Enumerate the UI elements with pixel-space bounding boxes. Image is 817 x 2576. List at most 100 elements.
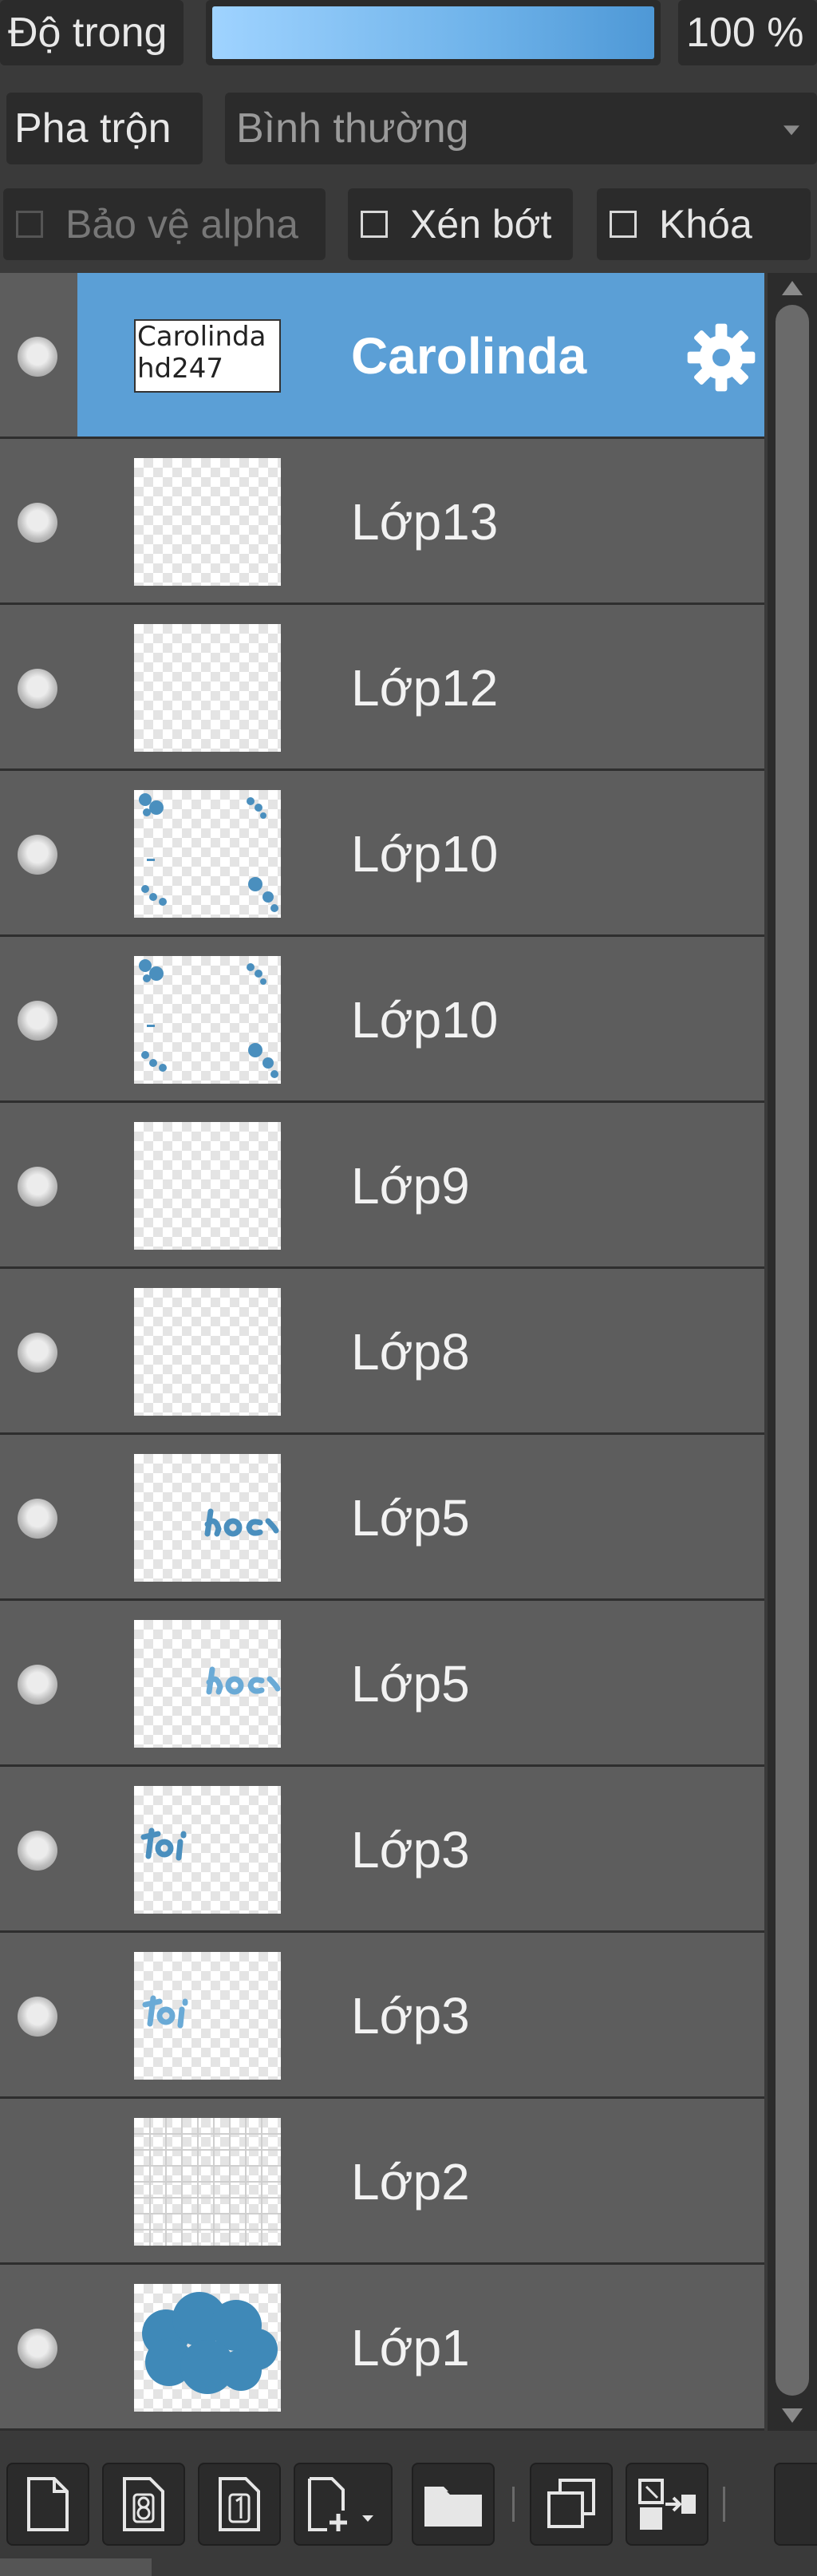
layer-row[interactable]: Lớp8: [0, 1269, 764, 1435]
layer-row[interactable]: Lớp2: [0, 2099, 764, 2265]
blend-label-text: Pha trộn: [14, 105, 172, 152]
word-hoc-thumbnail: [206, 1666, 281, 1695]
layer-thumbnail: [134, 458, 281, 586]
folder-icon: [424, 2487, 482, 2527]
new-folder-button[interactable]: [412, 2463, 495, 2546]
layer-name: Lớp10: [351, 991, 499, 1049]
layer-row[interactable]: Lớp5: [0, 1435, 764, 1601]
blend-mode-value: Bình thường: [236, 105, 469, 152]
new-1bit-layer-icon: [219, 2477, 260, 2531]
layer-name: Lớp5: [351, 1489, 470, 1547]
layer-row[interactable]: Lớp3: [0, 1767, 764, 1933]
scroll-down-icon[interactable]: [782, 2408, 803, 2423]
opacity-slider-fill: [212, 6, 654, 59]
layer-row[interactable]: Lớp5: [0, 1601, 764, 1767]
visibility-eye-icon[interactable]: [18, 1001, 57, 1041]
new-8bit-layer-icon: [123, 2477, 164, 2531]
status-strip: [0, 2558, 152, 2576]
layer-name: Lớp3: [351, 1821, 470, 1879]
checkbox-box: [16, 211, 43, 238]
layer-row[interactable]: Lớp10: [0, 937, 764, 1103]
layer-name: Lớp3: [351, 1987, 470, 2045]
checkbox-box: [361, 211, 388, 238]
layer-row[interactable]: Lớp13: [0, 439, 764, 605]
toolbar-separator: [512, 2487, 515, 2522]
layer-thumbnail: [134, 2284, 281, 2412]
visibility-eye-icon[interactable]: [18, 1167, 57, 1207]
layer-thumbnail: [134, 1620, 281, 1748]
visibility-eye-icon[interactable]: [18, 503, 57, 543]
checkbox-box: [610, 211, 637, 238]
visibility-eye-icon[interactable]: [18, 2329, 57, 2369]
visibility-eye-icon[interactable]: [18, 1333, 57, 1373]
clip-checkbox[interactable]: Xén bớt: [348, 188, 573, 260]
visibility-eye-icon[interactable]: [18, 1499, 57, 1539]
duplicate-layer-button[interactable]: [530, 2463, 613, 2546]
thumbnail-text: Carolinda hd247: [137, 321, 266, 385]
new-layer-button[interactable]: [6, 2463, 89, 2546]
opacity-value[interactable]: 100 %: [678, 0, 817, 65]
layer-list[interactable]: Carolinda hd247 Carolinda Lớp13 Lớp12 Lớ…: [0, 273, 764, 2431]
layer-thumbnail: [134, 1288, 281, 1416]
clip-label: Xén bớt: [410, 202, 552, 247]
word-toi-thumbnail: [140, 1827, 187, 1861]
layer-row-selected[interactable]: Carolinda hd247 Carolinda: [77, 273, 764, 439]
opacity-label: Độ trong: [0, 0, 184, 65]
layer-thumbnail: [134, 956, 281, 1084]
layer-thumbnail: [134, 790, 281, 918]
layer-thumbnail: Carolinda hd247: [134, 319, 281, 393]
visibility-eye-icon[interactable]: [18, 835, 57, 875]
visibility-eye-icon[interactable]: [18, 1997, 57, 2037]
layer-row[interactable]: Lớp9: [0, 1103, 764, 1269]
scroll-up-icon[interactable]: [782, 281, 803, 295]
gear-icon[interactable]: [685, 321, 758, 394]
new-layer-icon: [27, 2477, 69, 2531]
lock-checkbox[interactable]: Khóa: [597, 188, 811, 260]
protect-alpha-checkbox[interactable]: Bảo vệ alpha: [3, 188, 326, 260]
toolbar-overflow[interactable]: [774, 2463, 817, 2546]
opacity-value-text: 100 %: [686, 10, 804, 56]
frame-dots-thumbnail: [139, 793, 278, 912]
visibility-eye-icon[interactable]: [18, 1831, 57, 1871]
layer-name: Lớp5: [351, 1655, 470, 1713]
new-8bit-layer-button[interactable]: [102, 2463, 185, 2546]
scrollbar-thumb[interactable]: [776, 305, 809, 2396]
blend-mode-select[interactable]: Bình thường: [225, 93, 817, 164]
duplicate-layer-icon: [547, 2479, 595, 2528]
merge-layer-button[interactable]: [626, 2463, 708, 2546]
layer-row[interactable]: Lớp1: [0, 2265, 764, 2431]
layer-row[interactable]: Lớp3: [0, 1933, 764, 2099]
word-toi-thumbnail: [142, 1995, 188, 2029]
visibility-eye-icon[interactable]: [18, 337, 57, 377]
layer-name: Carolinda: [351, 327, 587, 385]
visibility-eye-icon[interactable]: [18, 669, 57, 709]
layer-thumbnail: [134, 1454, 281, 1582]
layer-row-gutter: [0, 273, 77, 439]
new-1bit-layer-button[interactable]: [198, 2463, 281, 2546]
cloud-thumbnail: [142, 2292, 278, 2394]
layer-name: Lớp1: [351, 2319, 470, 2376]
word-hoc-thumbnail: [204, 1508, 279, 1537]
layer-thumbnail: [134, 1122, 281, 1250]
layer-thumbnail: [134, 1786, 281, 1914]
chevron-down-icon: [783, 125, 799, 136]
toolbar-separator: [723, 2487, 725, 2522]
grid-thumbnail: [134, 2118, 281, 2246]
layer-name: Lớp2: [351, 2153, 470, 2211]
protect-alpha-label: Bảo vệ alpha: [65, 202, 298, 247]
opacity-label-text: Độ trong: [8, 10, 168, 56]
layer-thumbnail: [134, 2118, 281, 2246]
add-layer-menu-button[interactable]: [294, 2463, 393, 2546]
layer-thumbnail: [134, 624, 281, 752]
visibility-eye-icon[interactable]: [18, 1665, 57, 1705]
frame-dots-thumbnail: [139, 959, 278, 1078]
layer-name: Lớp8: [351, 1323, 470, 1381]
layer-row[interactable]: Lớp10: [0, 771, 764, 937]
layer-name: Lớp12: [351, 659, 499, 717]
layer-thumbnail: [134, 1952, 281, 2080]
layer-list-scrollbar[interactable]: [768, 273, 817, 2431]
layer-toolbar: [0, 2434, 817, 2576]
opacity-slider[interactable]: [206, 0, 661, 65]
blend-label: Pha trộn: [6, 93, 203, 164]
layer-row[interactable]: Lớp12: [0, 605, 764, 771]
